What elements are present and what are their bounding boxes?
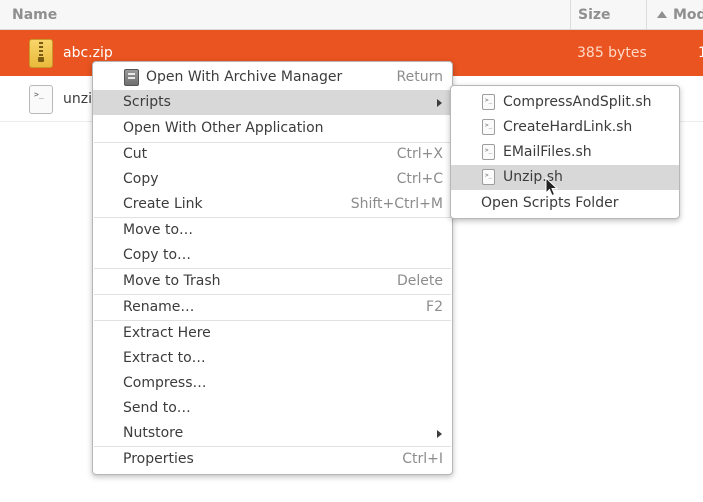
menu-item-accelerator: Ctrl+C <box>396 171 443 187</box>
menu-item-label: Copy <box>123 171 159 187</box>
column-header-bar: Name Size Mod <box>0 0 703 30</box>
shell-script-icon: >_ <box>482 94 495 110</box>
menu-item-accelerator: Ctrl+I <box>402 451 443 467</box>
menu-item-compress[interactable]: Compress… <box>93 371 452 396</box>
shell-script-icon: >_ <box>482 144 495 160</box>
menu-item-label: Create Link <box>123 196 203 212</box>
menu-item-accelerator: Delete <box>397 273 443 289</box>
menu-item-label: Send to… <box>123 400 191 416</box>
menu-item-label: Open With Archive Manager <box>146 69 343 85</box>
menu-item-extract-here[interactable]: Extract Here <box>93 321 452 346</box>
menu-item-label: Extract to… <box>123 350 206 366</box>
menu-item-extract-to[interactable]: Extract to… <box>93 346 452 371</box>
menu-item-move-to[interactable]: Move to… <box>93 218 452 243</box>
sort-ascending-icon <box>657 11 667 18</box>
file-size: 385 bytes <box>577 45 647 61</box>
menu-item-copy-to[interactable]: Copy to… <box>93 243 452 268</box>
submenu-item-unzip[interactable]: >_ Unzip.sh <box>451 165 679 190</box>
shell-script-icon: >_ <box>482 119 495 135</box>
menu-item-nutstore[interactable]: Nutstore <box>93 421 452 446</box>
menu-item-label: Cut <box>123 146 148 162</box>
menu-item-create-link[interactable]: Create Link Shift+Ctrl+M <box>93 192 452 217</box>
shell-script-icon: >_ <box>29 85 53 114</box>
menu-item-properties[interactable]: Properties Ctrl+I <box>93 447 452 472</box>
menu-item-label: Extract Here <box>123 325 211 341</box>
menu-item-open-with-archive-manager[interactable]: Open With Archive Manager Return <box>93 65 452 90</box>
menu-item-label: Properties <box>123 451 194 467</box>
menu-item-accelerator: F2 <box>426 299 443 315</box>
menu-item-scripts[interactable]: Scripts <box>93 90 452 115</box>
menu-item-accelerator: Return <box>396 69 443 85</box>
menu-item-copy[interactable]: Copy Ctrl+C <box>93 167 452 192</box>
menu-item-accelerator: Ctrl+X <box>396 146 443 162</box>
submenu-item-open-scripts-folder[interactable]: Open Scripts Folder <box>451 191 679 216</box>
submenu-item-emailfiles[interactable]: >_ EMailFiles.sh <box>451 140 679 165</box>
menu-item-label: Open With Other Application <box>123 120 324 136</box>
archive-manager-icon <box>124 69 139 86</box>
submenu-arrow-icon <box>437 99 442 107</box>
mouse-pointer-icon <box>545 177 558 197</box>
submenu-item-createhardlink[interactable]: >_ CreateHardLink.sh <box>451 115 679 140</box>
menu-item-move-to-trash[interactable]: Move to Trash Delete <box>93 269 452 294</box>
menu-item-send-to[interactable]: Send to… <box>93 396 452 421</box>
scripts-submenu: >_ CompressAndSplit.sh >_ CreateHardLink… <box>450 85 680 219</box>
menu-item-open-with-other-application[interactable]: Open With Other Application <box>93 116 452 141</box>
menu-item-label: Rename… <box>123 299 195 315</box>
menu-item-label: Move to… <box>123 222 194 238</box>
column-name-header[interactable]: Name <box>12 0 57 29</box>
context-menu: Open With Archive Manager Return Scripts… <box>92 61 453 475</box>
submenu-item-compressandsplit[interactable]: >_ CompressAndSplit.sh <box>451 90 679 115</box>
menu-item-rename[interactable]: Rename… F2 <box>93 295 452 320</box>
column-size-header[interactable]: Size <box>570 0 646 29</box>
menu-item-label: CreateHardLink.sh <box>503 119 633 135</box>
menu-item-cut[interactable]: Cut Ctrl+X <box>93 142 452 167</box>
menu-item-label: CompressAndSplit.sh <box>503 94 652 110</box>
column-modified-header[interactable]: Mod <box>646 0 703 29</box>
menu-item-label: Move to Trash <box>123 273 221 289</box>
menu-item-label: Nutstore <box>123 425 184 441</box>
menu-item-label: Scripts <box>123 94 171 110</box>
menu-item-label: Copy to… <box>123 247 192 263</box>
shell-script-icon: >_ <box>482 169 495 185</box>
zip-archive-icon <box>29 39 53 68</box>
column-modified-label: Mod <box>673 7 703 23</box>
file-modified: 1 <box>698 45 703 61</box>
menu-item-label: Compress… <box>123 375 207 391</box>
menu-item-accelerator: Shift+Ctrl+M <box>350 196 443 212</box>
menu-item-label: EMailFiles.sh <box>503 144 592 160</box>
submenu-arrow-icon <box>437 430 442 438</box>
